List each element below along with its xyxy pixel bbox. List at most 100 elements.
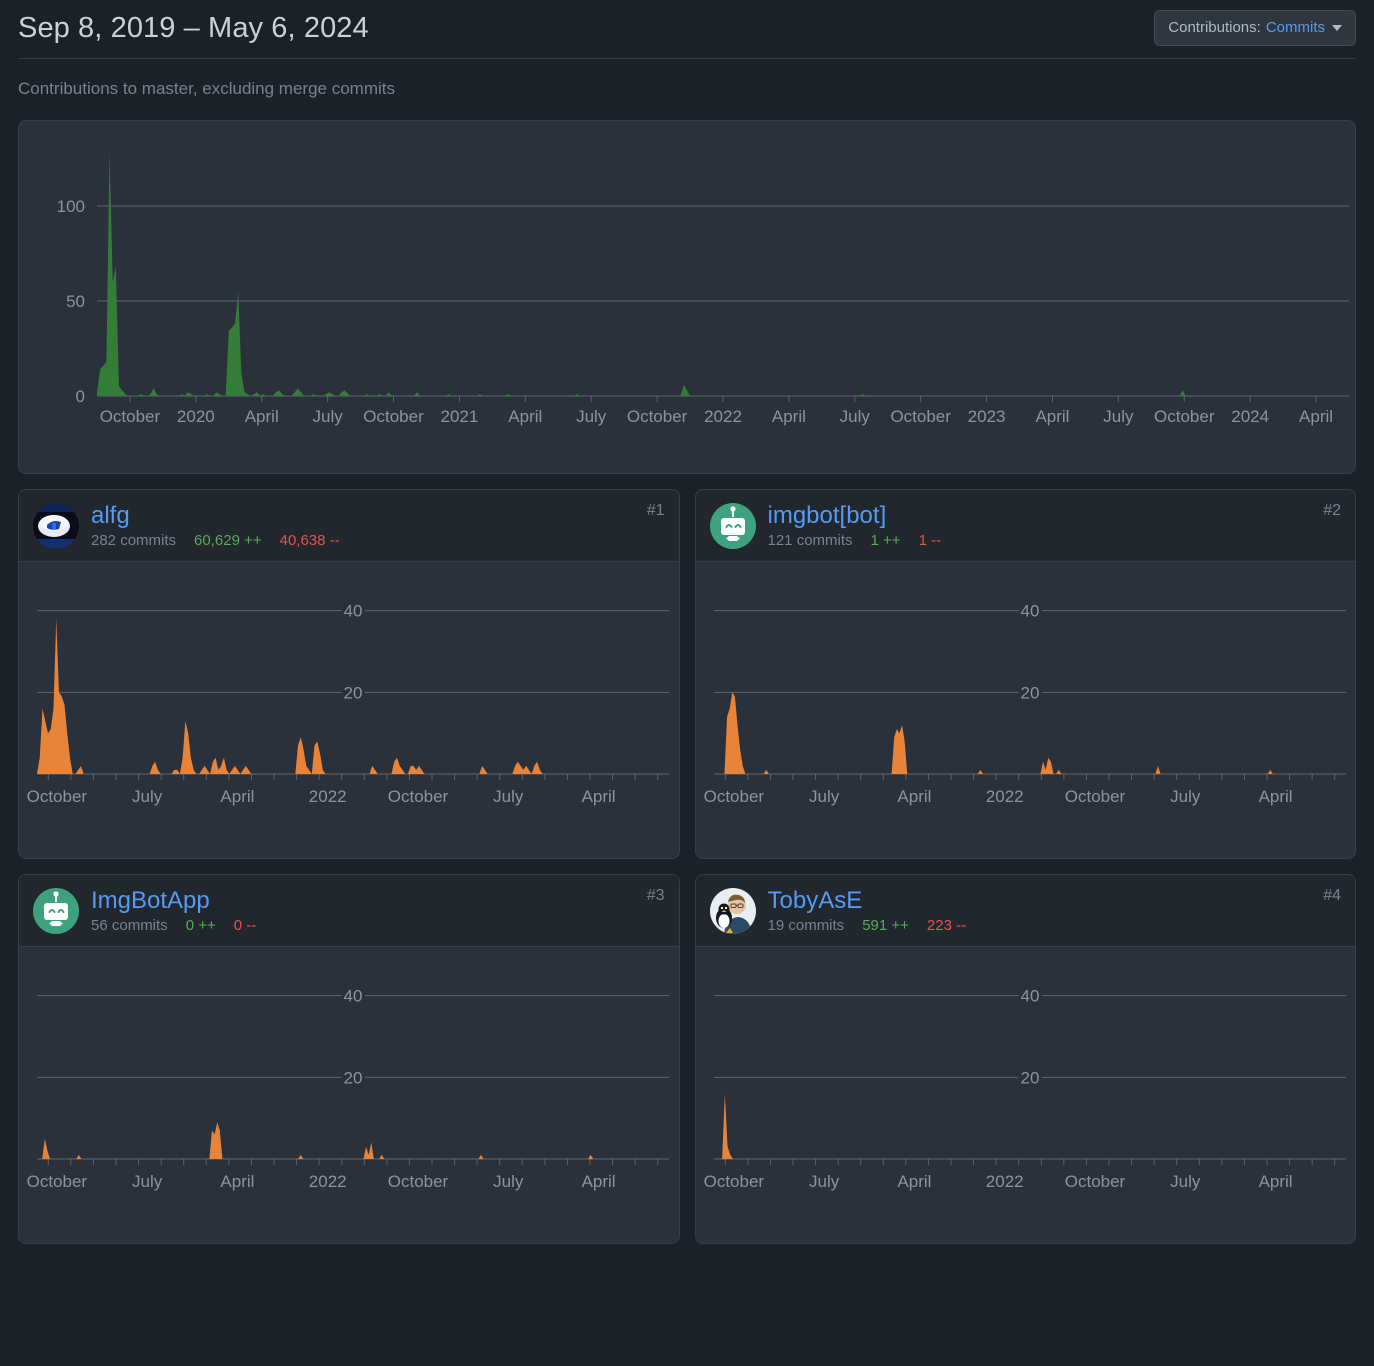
page-title: Sep 8, 2019 – May 6, 2024 xyxy=(18,12,369,44)
svg-text:20: 20 xyxy=(344,1068,363,1087)
svg-text:50: 50 xyxy=(66,292,85,311)
svg-text:April: April xyxy=(897,1172,931,1191)
contributor-meta: imgbot[bot] 121 commits 1 ++ 1 -- xyxy=(768,502,942,549)
avatar-photo-person xyxy=(709,887,756,934)
contributor-login-link[interactable]: alfg xyxy=(91,502,340,530)
svg-text:July: July xyxy=(132,1172,163,1191)
svg-text:40: 40 xyxy=(1020,987,1039,1006)
svg-text:20: 20 xyxy=(344,683,363,702)
svg-text:October: October xyxy=(100,407,161,426)
contributor-login-link[interactable]: TobyAsE xyxy=(768,887,967,915)
contributor-sparkline-chart: 20 40 October July April 2022 October July April xyxy=(27,599,669,806)
svg-text:April: April xyxy=(508,407,542,426)
contributor-login-link[interactable]: imgbot[bot] xyxy=(768,502,942,530)
additions-count: 60,629 ++ xyxy=(194,532,262,549)
chevron-down-icon xyxy=(1332,24,1342,31)
contributor-card-header: TobyAsE 19 commits 591 ++ 223 -- #4 xyxy=(695,875,1355,947)
deletions-count: 1 -- xyxy=(918,532,942,549)
svg-text:2023: 2023 xyxy=(968,407,1006,426)
deletions-count: 40,638 -- xyxy=(279,532,340,549)
svg-text:20: 20 xyxy=(1020,683,1039,702)
contributor-card-header: alfg 282 commits 60,629 ++ 40,638 -- #1 xyxy=(19,490,679,562)
svg-text:2022: 2022 xyxy=(985,787,1023,806)
svg-text:October: October xyxy=(27,1172,88,1191)
svg-text:2022: 2022 xyxy=(309,1172,347,1191)
svg-text:0: 0 xyxy=(76,387,85,406)
svg-text:July: July xyxy=(132,787,163,806)
svg-text:April: April xyxy=(582,787,616,806)
contributor-stats: 56 commits 0 ++ 0 -- xyxy=(91,917,256,934)
svg-text:October: October xyxy=(703,1172,764,1191)
contributor-card-header: ImgBotApp 56 commits 0 ++ 0 -- #3 xyxy=(19,875,679,947)
svg-text:2022: 2022 xyxy=(704,407,742,426)
svg-text:2022: 2022 xyxy=(985,1172,1023,1191)
overall-contributions-chart: 0 50 100 October 2020 April July October 2021 Apr… xyxy=(57,152,1349,426)
svg-text:40: 40 xyxy=(1020,602,1039,621)
avatar[interactable] xyxy=(33,887,79,934)
svg-text:October: October xyxy=(1064,787,1125,806)
deletions-count: 223 -- xyxy=(926,917,967,934)
svg-text:April: April xyxy=(245,407,279,426)
svg-text:40: 40 xyxy=(344,987,363,1006)
contributor-meta: alfg 282 commits 60,629 ++ 40,638 -- xyxy=(91,502,340,549)
contributor-card: alfg 282 commits 60,629 ++ 40,638 -- #1 … xyxy=(18,489,680,859)
svg-text:100: 100 xyxy=(57,197,85,216)
svg-text:April: April xyxy=(1258,787,1292,806)
overall-contributions-panel: 0 50 100 October 2020 April July October 2021 Apr… xyxy=(18,120,1356,474)
avatar[interactable] xyxy=(709,502,756,549)
svg-text:40: 40 xyxy=(344,602,363,621)
svg-text:July: July xyxy=(1103,407,1134,426)
svg-text:October: October xyxy=(627,407,688,426)
deletions-count: 0 -- xyxy=(233,917,257,934)
svg-text:October: October xyxy=(388,1172,449,1191)
svg-text:2021: 2021 xyxy=(441,407,479,426)
avatar-photo-helmet xyxy=(33,502,79,549)
svg-text:July: July xyxy=(1170,1172,1201,1191)
contributor-rank: #2 xyxy=(1323,502,1341,519)
additions-count: 591 ++ xyxy=(862,917,909,934)
svg-text:October: October xyxy=(1064,1172,1125,1191)
svg-text:October: October xyxy=(1154,407,1215,426)
svg-text:April: April xyxy=(582,1172,616,1191)
svg-text:July: July xyxy=(313,407,344,426)
svg-text:July: July xyxy=(809,1172,840,1191)
svg-text:October: October xyxy=(388,787,449,806)
svg-text:July: July xyxy=(1170,787,1201,806)
contributor-meta: ImgBotApp 56 commits 0 ++ 0 -- xyxy=(91,887,256,934)
avatar-robot-green xyxy=(709,502,756,549)
svg-text:2020: 2020 xyxy=(177,407,215,426)
contributor-sparkline-chart: 20 40 October July April 2022 October July April xyxy=(27,984,669,1191)
commit-count: 19 commits xyxy=(767,917,845,934)
svg-text:20: 20 xyxy=(1020,1068,1039,1087)
contributor-chart-body: 20 40 October July April 2022 October July April xyxy=(695,562,1355,858)
svg-text:April: April xyxy=(1035,407,1069,426)
commit-count: 56 commits xyxy=(91,917,168,934)
contributor-rank: #4 xyxy=(1323,887,1341,904)
svg-text:July: July xyxy=(576,407,607,426)
contributions-button-prefix: Contributions: xyxy=(1168,19,1261,36)
additions-count: 0 ++ xyxy=(185,917,216,934)
contributions-type-button[interactable]: Contributions: Commits xyxy=(1154,10,1356,46)
avatar[interactable] xyxy=(33,502,79,549)
contributor-card-header: imgbot[bot] 121 commits 1 ++ 1 -- #2 xyxy=(695,490,1355,562)
additions-count: 1 ++ xyxy=(870,532,901,549)
contributor-sparkline-chart: 20 40 October July April 2022 October July April xyxy=(703,984,1346,1191)
svg-text:October: October xyxy=(890,407,951,426)
svg-text:2024: 2024 xyxy=(1231,407,1269,426)
svg-text:2022: 2022 xyxy=(309,787,347,806)
svg-text:July: July xyxy=(493,787,524,806)
avatar-robot-green xyxy=(33,887,79,934)
contributor-card-grid: alfg 282 commits 60,629 ++ 40,638 -- #1 … xyxy=(0,474,1374,1244)
commit-count: 282 commits xyxy=(91,532,177,549)
svg-text:April: April xyxy=(1258,1172,1292,1191)
contributor-card: TobyAsE 19 commits 591 ++ 223 -- #4 20 40… xyxy=(694,874,1356,1244)
contributor-rank: #1 xyxy=(646,502,665,519)
contributor-chart-body: 20 40 October July April 2022 October July April xyxy=(695,947,1355,1243)
svg-text:April: April xyxy=(1299,407,1333,426)
svg-text:October: October xyxy=(363,407,424,426)
page-header: Sep 8, 2019 – May 6, 2024 Contributions:… xyxy=(0,0,1374,58)
avatar[interactable] xyxy=(709,887,756,934)
contributor-sparkline-chart: 20 40 October July April 2022 October July April xyxy=(703,599,1346,806)
contributor-stats: 282 commits 60,629 ++ 40,638 -- xyxy=(91,532,340,549)
contributor-login-link[interactable]: ImgBotApp xyxy=(91,887,256,915)
